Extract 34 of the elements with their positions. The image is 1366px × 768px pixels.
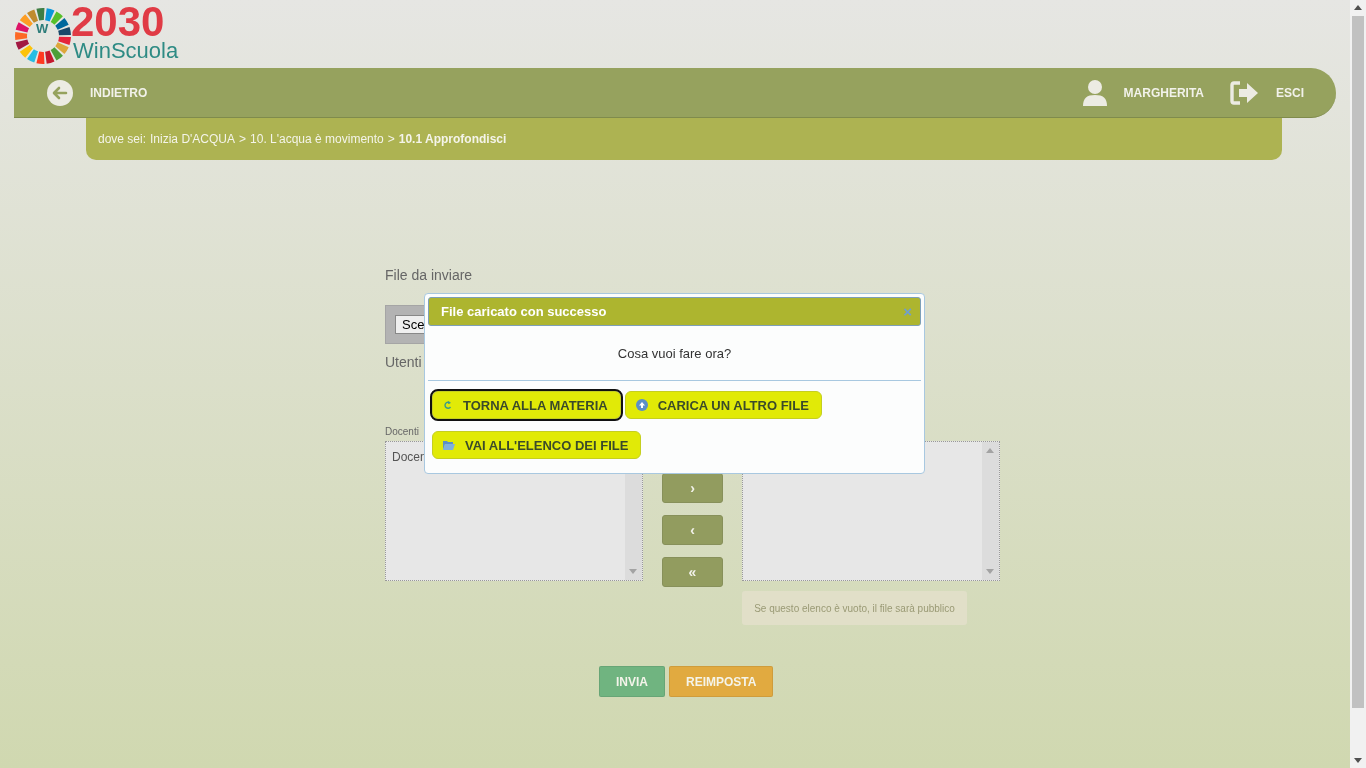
move-button[interactable]: « (662, 557, 723, 587)
dialog-question: Cosa vuoi fare ora? (617, 346, 732, 361)
breadcrumb-separator: > (387, 132, 395, 146)
folder-icon (443, 440, 455, 450)
dialog-action-button[interactable]: TORNA ALLA MATERIA (432, 391, 621, 419)
logout-icon (1230, 80, 1260, 105)
page-scrollbar[interactable] (1350, 0, 1366, 768)
dialog-action-button[interactable]: CARICA UN ALTRO FILE (624, 391, 822, 419)
file-label: File da inviare (385, 267, 473, 283)
list-label: Docenti (385, 426, 419, 437)
users-label: Utenti (385, 354, 422, 370)
logo-name: WinScuola (73, 40, 179, 62)
logo-ring-icon (13, 6, 73, 66)
send-button[interactable]: INVIA (599, 666, 665, 697)
breadcrumb-prefix: dove sei: (98, 132, 147, 146)
breadcrumb-item[interactable]: 10. L'acqua è movimento (250, 132, 384, 146)
user-link[interactable]: MARGHERITA (1081, 78, 1204, 107)
refresh-icon (443, 400, 453, 410)
user-icon (1081, 78, 1108, 107)
logo-letter: W (36, 21, 49, 36)
breadcrumb-separator: > (239, 132, 247, 146)
public-note: Se questo elenco è vuoto, il file sarà pubblico (742, 591, 967, 625)
upload-icon (635, 399, 648, 411)
breadcrumb-item: 10.1 Approfondisci (398, 132, 507, 146)
logout-link[interactable]: ESCI (1230, 78, 1304, 107)
scrollbar[interactable] (982, 442, 999, 580)
reset-button[interactable]: REIMPOSTA (669, 666, 774, 697)
logo-year: 2030 (71, 4, 165, 40)
dialog-action-button[interactable]: VAI ALL'ELENCO DEI FILE (432, 431, 642, 459)
move-button[interactable]: › (662, 473, 723, 503)
back-link[interactable]: INDIETRO (46, 78, 148, 107)
dialog-title: File caricato con successo (441, 304, 607, 319)
move-button[interactable]: ‹ (662, 515, 723, 545)
breadcrumb-item[interactable]: Inizia D'ACQUA (150, 132, 235, 146)
